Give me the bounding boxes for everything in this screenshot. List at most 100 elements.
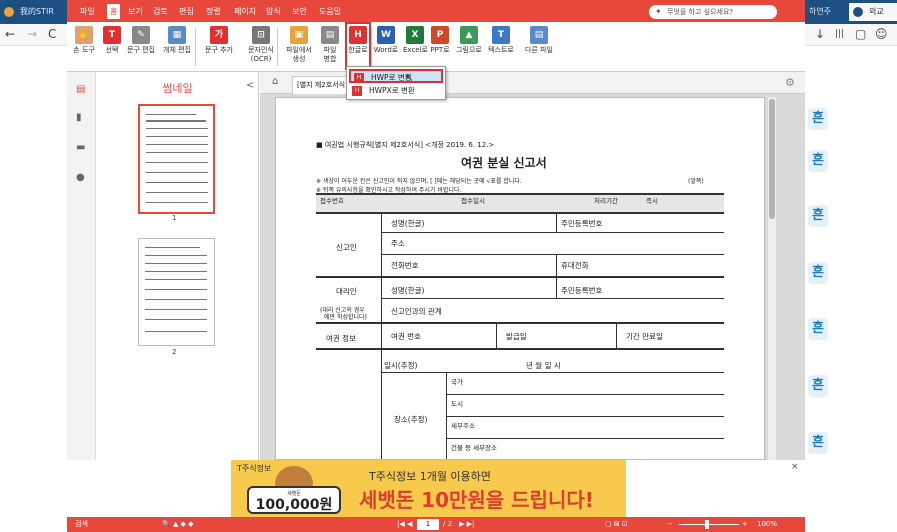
relation-label: 신고인과의 관계 (391, 307, 442, 316)
merge-files-button[interactable]: ▤ 파일 병합 (319, 24, 341, 70)
create-from-file-button[interactable]: ▣ 파일에서 생성 (283, 24, 315, 70)
ribbon-button-label: 그림으로 (456, 46, 482, 54)
browser-tab[interactable]: 하연주 (805, 3, 849, 21)
ribbon-button-label: 문구 추가 (205, 46, 233, 54)
search-icon[interactable]: ● (76, 172, 87, 183)
menu-arrange[interactable]: 정렬 (203, 4, 224, 19)
menu-file[interactable]: 파일 (77, 4, 98, 19)
scrollbar-thumb[interactable] (769, 99, 775, 219)
convert-hwp-button[interactable]: H 한글로 (345, 22, 371, 70)
ribbon-button-label: PPT로 (430, 46, 450, 54)
settings-gear-icon[interactable]: ⚙ (785, 76, 795, 89)
reload-icon[interactable]: C (48, 27, 56, 41)
zoom-slider[interactable] (679, 524, 739, 525)
menu-security[interactable]: 보안 (289, 4, 310, 19)
convert-text-button[interactable]: T 텍스트로 (485, 24, 517, 70)
ocr-button[interactable]: ⊡ 문자인식 (OCR) (243, 24, 279, 70)
pdf-page: ■ 여권법 시행규칙[별지 제2호서식] <개정 2019. 6. 12.> 여… (275, 97, 765, 460)
site-logo-icon[interactable]: 흔 (808, 375, 828, 397)
site-logo-icon[interactable]: 흔 (808, 318, 828, 340)
menu-help[interactable]: 도움말 (316, 4, 344, 19)
word-icon: W (377, 26, 395, 44)
processing-period-label: 처리기간 (594, 197, 618, 205)
forward-icon[interactable]: → (27, 27, 37, 41)
next-last-page-icon[interactable]: ▶ ▶| (459, 517, 474, 532)
document-tab[interactable]: [별지 제2호서식 (292, 76, 352, 94)
menu-edit[interactable]: 편집 (176, 4, 197, 19)
browser-toolbar-right: ↓ ||| ▢ ☺ (805, 24, 897, 46)
site-logo-icon[interactable]: 흔 (808, 432, 828, 454)
ribbon-separator (277, 28, 278, 66)
account-icon[interactable]: ☺ (875, 27, 888, 41)
status-search-label[interactable]: 검색 (75, 517, 88, 532)
ribbon-button-label: 파일에서 생성 (286, 46, 312, 63)
home-tab-icon[interactable]: ⌂ (272, 76, 278, 87)
menu-form[interactable]: 양식 (263, 4, 284, 19)
download-icon[interactable]: ↓ (815, 27, 825, 41)
site-logo-icon[interactable]: 흔 (808, 108, 828, 130)
page-thumbnail-1[interactable] (138, 104, 215, 214)
comment-icon[interactable]: ▬ (76, 142, 87, 153)
browser-tab-label: 我的STIR (20, 7, 54, 16)
expiry-label: 기간 만료일 (626, 332, 663, 341)
document-view: ⌂ [별지 제2호서식 ⚙ ■ 여권법 시행규칙[별지 제2호서식] <개정 2… (260, 72, 805, 460)
page-thumbnail-2[interactable] (138, 238, 215, 346)
edit-text-button[interactable]: ✎ 문구 편집 (125, 24, 157, 70)
edit-object-button[interactable]: ▦ 개체 편집 (159, 24, 195, 70)
convert-ppt-button[interactable]: P PPT로 (427, 24, 453, 70)
ad-headline: T주식정보 1개월 이용하면 (369, 470, 491, 483)
bookmark-icon[interactable]: ▮ (76, 112, 87, 123)
zoom-out-icon[interactable]: − (667, 517, 673, 532)
convert-image-button[interactable]: ▲ 그림으로 (455, 24, 483, 70)
view-mode-icons[interactable]: ▢ ⊠ ⊡ (605, 517, 628, 532)
site-logo-icon[interactable]: 흔 (808, 205, 828, 227)
merge-icon: ▤ (321, 26, 339, 44)
zoom-search-icon[interactable]: 🔍 ▲ ◆ ◆ (162, 517, 194, 532)
datetime-label: 일시(추정) (384, 361, 418, 370)
hwp-icon: H (349, 26, 367, 44)
menu-review[interactable]: 검토 (150, 4, 171, 19)
convert-to-hwp-item[interactable]: H HWP로 변환 (349, 69, 443, 83)
page-number-input[interactable]: 1 (417, 519, 439, 530)
form-title: 여권 분실 신고서 (461, 156, 547, 170)
vertical-scrollbar[interactable] (768, 97, 776, 460)
thumbnail-panel-title: 썸네일 (162, 82, 193, 95)
library-icon[interactable]: ||| (835, 29, 844, 39)
ad-badge-amount: 100,000원 (255, 497, 333, 513)
edit-text-icon: ✎ (132, 26, 150, 44)
issue-date-label: 발급일 (506, 332, 527, 341)
hand-tool-button[interactable]: ✋ 손 도구 (71, 24, 97, 70)
bear-mascot-icon (275, 466, 313, 488)
menu-home[interactable]: 홈 (107, 4, 121, 19)
form-side-note: (앞쪽) (688, 178, 704, 185)
first-prev-page-icon[interactable]: |◀ ◀ (397, 517, 412, 532)
receipt-no-label: 접수번호 (320, 197, 344, 205)
collapse-panel-icon[interactable]: < (246, 80, 254, 91)
browser-tab[interactable]: 我的STIR (0, 3, 60, 21)
document-tab-bar: ⌂ [별지 제2호서식 ⚙ (260, 72, 805, 94)
zoom-in-icon[interactable]: + (742, 517, 748, 532)
select-button[interactable]: T 선택 (101, 24, 123, 70)
other-file-button[interactable]: ▤ 다른 파일 (521, 24, 557, 70)
site-logo-icon[interactable]: 흔 (808, 262, 828, 284)
ad-banner[interactable]: T주식정보 세뱃돈 100,000원 T주식정보 1개월 이용하면 세뱃돈 10만… (231, 460, 626, 517)
browser-tab-active[interactable]: 외교 (849, 3, 897, 21)
menu-item-label: HWPX로 변환 (369, 86, 415, 95)
search-input[interactable]: ✦ 무엇을 하고 싶으세요? (649, 5, 777, 19)
site-logo-icon[interactable]: 흔 (808, 150, 828, 172)
zoom-slider-handle[interactable] (705, 520, 709, 529)
menu-page[interactable]: 페이지 (231, 4, 259, 19)
menu-view[interactable]: 보기 (125, 4, 146, 19)
ad-brand: T주식정보 (237, 464, 272, 473)
image-icon: ▲ (460, 26, 478, 44)
back-icon[interactable]: ← (5, 27, 15, 41)
ad-close-button[interactable]: × (791, 462, 799, 472)
convert-excel-button[interactable]: X Excel로 (403, 24, 428, 70)
thumbnail-panel-icon[interactable]: ▤ (76, 84, 87, 95)
add-text-button[interactable]: 가문구 추가 (201, 24, 237, 70)
convert-word-button[interactable]: W Word로 (373, 24, 399, 70)
add-text-icon: 가 (210, 26, 228, 44)
convert-to-hwpx-item[interactable]: H HWPX로 변환 (349, 84, 443, 98)
zoom-level[interactable]: 100% (757, 517, 777, 532)
sidebar-toggle-icon[interactable]: ▢ (855, 27, 866, 41)
